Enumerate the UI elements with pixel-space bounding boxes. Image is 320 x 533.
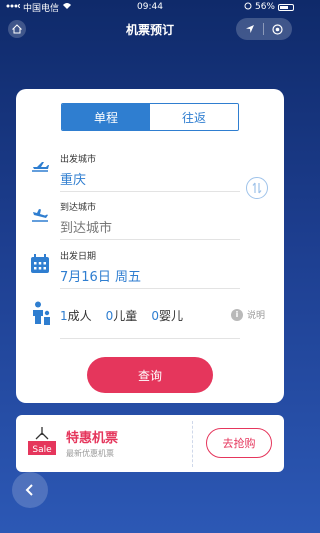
sale-tag-icon: Sale xyxy=(26,425,58,467)
calendar-icon xyxy=(30,254,50,278)
page-title: 机票预订 xyxy=(125,22,174,37)
passenger-explain-link[interactable]: i 说明 xyxy=(231,308,265,321)
svg-text:Sale: Sale xyxy=(32,445,52,455)
navigation-arrow-icon xyxy=(245,25,254,33)
swap-arrows-icon xyxy=(252,182,262,194)
promo-divider xyxy=(192,421,193,467)
depart-date-value[interactable]: 7月16日 周五 xyxy=(60,266,141,285)
chevron-left-icon xyxy=(25,484,33,496)
depart-city-value[interactable]: 重庆 xyxy=(60,169,86,188)
info-icon: i xyxy=(231,308,243,321)
passenger-icon xyxy=(30,301,52,329)
swap-cities-button[interactable] xyxy=(246,177,268,199)
divider xyxy=(60,288,240,289)
plane-takeoff-icon xyxy=(30,159,50,179)
promo-subtitle: 最新优惠机票 xyxy=(66,449,114,458)
adults-count[interactable]: 1成人 xyxy=(60,307,92,324)
nav-bar: 机票预订 xyxy=(0,14,300,44)
depart-city-label: 出发城市 xyxy=(60,155,97,165)
booking-card: 单程 往返 出发城市 重庆 到达城市 到达城市 出发日期 7月16日 周五 1成… xyxy=(16,89,284,403)
passenger-counts[interactable]: 1成人 0儿童 0婴儿 xyxy=(60,307,183,324)
mini-program-capsule xyxy=(236,18,292,40)
promo-title: 特惠机票 xyxy=(66,431,119,446)
battery-icon xyxy=(278,3,294,11)
tab-round-trip[interactable]: 往返 xyxy=(150,104,238,130)
explain-label: 说明 xyxy=(247,311,266,321)
arrive-city-input[interactable]: 到达城市 xyxy=(60,217,112,236)
divider xyxy=(60,239,240,240)
children-count[interactable]: 0儿童 xyxy=(106,307,138,324)
close-mini-program-button[interactable] xyxy=(264,18,291,40)
status-bar: 中国电信 09:44 56% xyxy=(0,0,300,14)
grab-deal-button[interactable]: 去抢购 xyxy=(206,428,272,458)
infants-count[interactable]: 0婴儿 xyxy=(151,307,183,324)
home-icon xyxy=(12,24,22,34)
promo-card[interactable]: Sale 特惠机票 最新优惠机票 去抢购 xyxy=(16,415,284,472)
plane-landing-icon xyxy=(30,207,50,227)
divider xyxy=(60,338,240,339)
arrive-city-label: 到达城市 xyxy=(60,203,97,213)
home-button[interactable] xyxy=(8,20,26,38)
back-button[interactable] xyxy=(12,472,48,508)
tab-one-way[interactable]: 单程 xyxy=(62,104,150,130)
depart-date-label: 出发日期 xyxy=(60,252,97,262)
status-time: 09:44 xyxy=(137,2,163,12)
target-circle-icon xyxy=(272,23,283,35)
search-flights-button[interactable]: 查询 xyxy=(87,357,213,393)
share-location-button[interactable] xyxy=(236,18,263,40)
trip-type-tabs: 单程 往返 xyxy=(61,103,239,131)
divider xyxy=(60,191,240,192)
